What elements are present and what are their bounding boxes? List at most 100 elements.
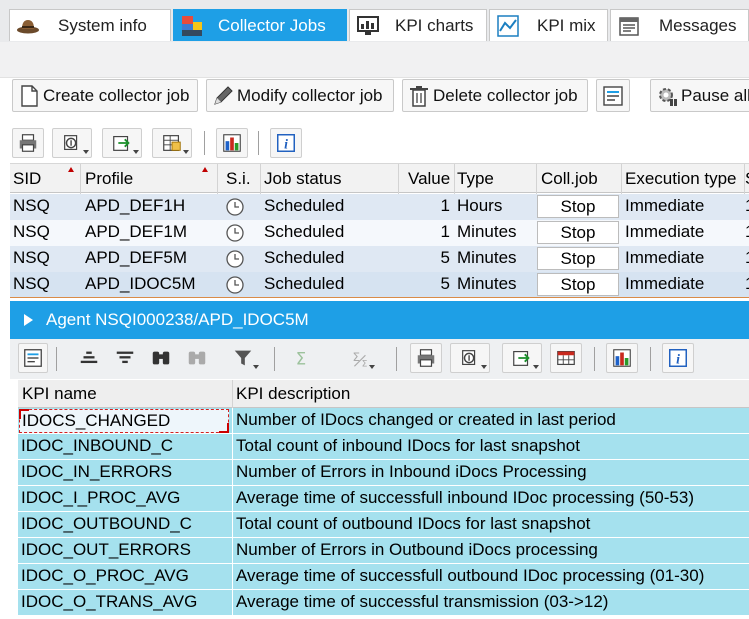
- subtotal-dropdown[interactable]: Σ Σ: [340, 343, 378, 373]
- views-dropdown[interactable]: [52, 128, 92, 158]
- table-row[interactable]: NSQ APD_DEF1M Scheduled 1 Minutes Stop I…: [10, 220, 749, 246]
- column-header-job-status[interactable]: Job status: [264, 169, 342, 189]
- stop-job-button[interactable]: Stop: [537, 247, 619, 270]
- find-button[interactable]: [146, 343, 176, 373]
- column-header-type[interactable]: Type: [457, 169, 494, 189]
- column-header-si[interactable]: S.i.: [226, 169, 251, 189]
- graphic-button[interactable]: [606, 343, 638, 373]
- views-dropdown[interactable]: [450, 343, 490, 373]
- collapse-arrow-icon[interactable]: [24, 314, 33, 326]
- kpi-name-cell[interactable]: IDOC_O_PROC_AVG: [21, 566, 231, 590]
- kpi-name-cell[interactable]: IDOC_IN_ERRORS: [21, 462, 231, 486]
- print-button[interactable]: [12, 128, 44, 158]
- kpi-name-cell[interactable]: IDOC_OUTBOUND_C: [21, 514, 231, 538]
- details-icon: [24, 349, 42, 367]
- create-collector-job-button[interactable]: Create collector job: [12, 79, 198, 112]
- layout-dropdown[interactable]: [152, 128, 192, 158]
- column-header-value[interactable]: Value: [408, 169, 450, 189]
- kpi-row[interactable]: IDOC_O_TRANS_AVG Average time of success…: [18, 590, 749, 616]
- agent-panel: Agent NSQI000238/APD_IDOC5M Σ Σ Σ i KPI …: [10, 301, 749, 619]
- chevron-down-icon: [533, 365, 539, 369]
- stop-job-button[interactable]: Stop: [537, 195, 619, 218]
- sort-ascending-icon: [80, 351, 98, 364]
- kpi-row[interactable]: IDOC_INBOUND_C Total count of inbound ID…: [18, 434, 749, 460]
- kpi-row[interactable]: IDOC_OUT_ERRORS Number of Errors in Outb…: [18, 538, 749, 564]
- find-next-button[interactable]: [182, 343, 212, 373]
- tab-system-info[interactable]: System info: [9, 9, 171, 41]
- cell-truncated: 1: [745, 248, 749, 268]
- cell-execution-type: Immediate: [625, 196, 705, 215]
- pause-all-button[interactable]: Pause all: [650, 79, 749, 112]
- kpi-row[interactable]: IDOC_I_PROC_AVG Average time of successf…: [18, 486, 749, 512]
- column-header-truncated[interactable]: S: [745, 169, 749, 189]
- kpi-name-cell[interactable]: IDOC_OUT_ERRORS: [21, 540, 231, 564]
- info-button[interactable]: i: [662, 343, 694, 373]
- sort-ascending-button[interactable]: [74, 343, 104, 373]
- svg-text:Σ: Σ: [362, 358, 368, 369]
- table-row[interactable]: NSQ APD_DEF5M Scheduled 5 Minutes Stop I…: [10, 246, 749, 272]
- sort-marker-icon: [202, 167, 208, 172]
- kpi-name-cell[interactable]: IDOCS_CHANGED: [19, 409, 229, 433]
- tab-messages[interactable]: Messages: [610, 9, 749, 41]
- table-row-selected[interactable]: NSQ APD_IDOC5M Scheduled 5 Minutes Stop …: [10, 272, 749, 298]
- column-header-execution-type[interactable]: Execution type: [625, 169, 737, 189]
- tab-label: Messages: [659, 16, 737, 35]
- chevron-down-icon: [253, 365, 259, 369]
- toolbar-separator: [56, 347, 57, 371]
- column-header-kpi-description[interactable]: KPI description: [236, 384, 350, 404]
- cell-type: Hours: [457, 196, 503, 215]
- column-header-profile[interactable]: Profile: [85, 169, 133, 189]
- kpi-name-cell[interactable]: IDOC_I_PROC_AVG: [21, 488, 231, 512]
- tab-collector-jobs[interactable]: Collector Jobs: [173, 9, 347, 41]
- table-row[interactable]: NSQ APD_DEF1H Scheduled 1 Hours Stop Imm…: [10, 194, 749, 220]
- column-header-coll-job[interactable]: Coll.job: [541, 169, 598, 189]
- kpi-name-cell[interactable]: IDOC_O_TRANS_AVG: [21, 592, 231, 616]
- create-collector-job-label: Create collector job: [43, 85, 190, 105]
- layout-button[interactable]: [550, 343, 582, 373]
- cell-value: 1: [440, 222, 450, 241]
- column-separator: [621, 164, 622, 194]
- views-icon: [64, 135, 78, 151]
- modify-collector-job-button[interactable]: Modify collector job: [206, 79, 394, 112]
- sort-descending-icon: [116, 351, 134, 364]
- svg-text:i: i: [676, 352, 680, 367]
- details-icon: [603, 85, 623, 106]
- cell-value: 1: [440, 196, 450, 215]
- kpi-row[interactable]: IDOC_IN_ERRORS Number of Errors in Inbou…: [18, 460, 749, 486]
- chevron-down-icon: [133, 150, 139, 154]
- chevron-down-icon: [481, 365, 487, 369]
- column-header-sid[interactable]: SID: [13, 169, 41, 189]
- cell-sid: NSQ: [13, 274, 50, 293]
- sum-button[interactable]: Σ: [286, 343, 316, 373]
- graphic-button[interactable]: [216, 128, 248, 158]
- column-separator: [232, 512, 233, 538]
- kpi-name-cell[interactable]: IDOC_INBOUND_C: [21, 436, 231, 460]
- job-details-button[interactable]: [596, 79, 630, 112]
- delete-collector-job-button[interactable]: Delete collector job: [402, 79, 588, 112]
- stop-job-button[interactable]: Stop: [537, 221, 619, 244]
- delete-collector-job-label: Delete collector job: [433, 85, 578, 105]
- details-button[interactable]: [18, 343, 48, 373]
- tab-kpi-charts[interactable]: KPI charts: [349, 9, 487, 41]
- kpi-row[interactable]: IDOC_OUTBOUND_C Total count of outbound …: [18, 512, 749, 538]
- column-header-kpi-name[interactable]: KPI name: [22, 384, 97, 404]
- info-button[interactable]: i: [270, 128, 302, 158]
- sort-descending-button[interactable]: [110, 343, 140, 373]
- filter-dropdown[interactable]: [224, 343, 262, 373]
- line-chart-icon: [497, 15, 519, 37]
- clock-icon: [226, 224, 244, 242]
- messages-icon: [619, 17, 639, 36]
- export-dropdown[interactable]: [502, 343, 542, 373]
- cell-job-status: Scheduled: [264, 222, 345, 241]
- tab-kpi-mix[interactable]: KPI mix: [489, 9, 608, 41]
- export-icon: [513, 350, 530, 366]
- export-dropdown[interactable]: [102, 128, 142, 158]
- table-layout-icon: [557, 350, 575, 366]
- stop-job-button[interactable]: Stop: [537, 273, 619, 296]
- print-button[interactable]: [410, 343, 442, 373]
- toolbar-separator: [204, 131, 205, 155]
- kpi-row-selected[interactable]: IDOCS_CHANGED Number of IDocs changed or…: [18, 408, 749, 434]
- cell-profile: APD_DEF1M: [85, 222, 188, 241]
- kpi-row[interactable]: IDOC_O_PROC_AVG Average time of successf…: [18, 564, 749, 590]
- agent-panel-header[interactable]: Agent NSQI000238/APD_IDOC5M: [10, 301, 749, 339]
